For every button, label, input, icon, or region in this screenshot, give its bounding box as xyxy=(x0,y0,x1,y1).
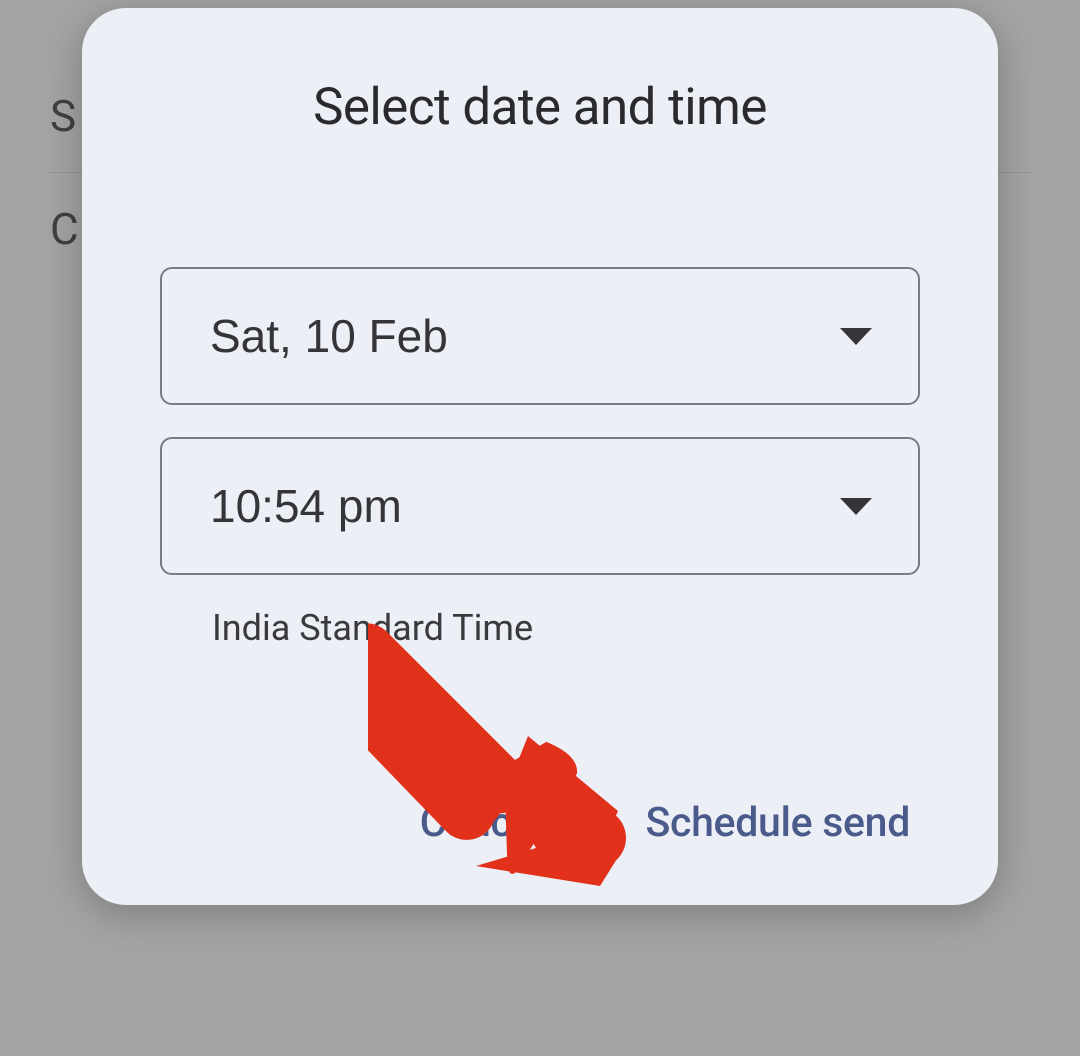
dialog-title: Select date and time xyxy=(160,78,920,137)
cancel-button[interactable]: Cancel xyxy=(420,799,544,847)
dialog-actions: Cancel Schedule send xyxy=(160,799,920,847)
chevron-down-icon xyxy=(840,328,872,345)
date-value: Sat, 10 Feb xyxy=(210,309,448,363)
chevron-down-icon xyxy=(840,498,872,515)
date-select-field[interactable]: Sat, 10 Feb xyxy=(160,267,920,405)
timezone-label: India Standard Time xyxy=(212,607,920,649)
time-value: 10:54 pm xyxy=(210,479,402,533)
time-select-field[interactable]: 10:54 pm xyxy=(160,437,920,575)
select-date-time-dialog: Select date and time Sat, 10 Feb 10:54 p… xyxy=(82,8,998,905)
schedule-send-button[interactable]: Schedule send xyxy=(645,799,910,847)
